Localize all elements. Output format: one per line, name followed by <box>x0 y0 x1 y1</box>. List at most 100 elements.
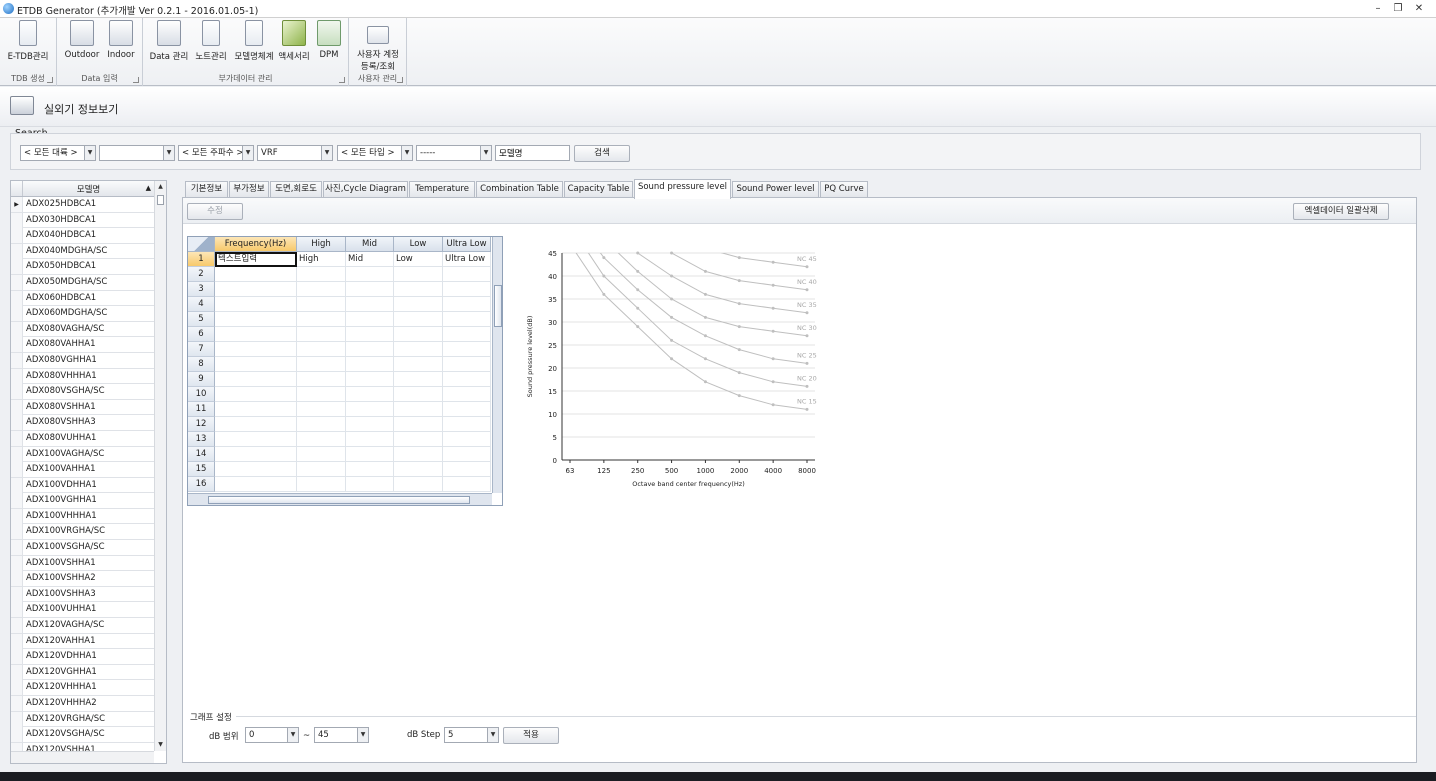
row-selector[interactable] <box>11 306 23 322</box>
sheet-column-header[interactable]: Frequency(Hz) <box>215 237 297 252</box>
sheet-row-header[interactable]: 8 <box>188 357 215 372</box>
model-search-input[interactable] <box>495 145 570 161</box>
scroll-up-icon[interactable]: ▲ <box>155 181 166 193</box>
db-step-select[interactable]: 5 ▼ <box>444 727 499 743</box>
sheet-cell[interactable] <box>346 432 394 447</box>
model-list-item[interactable]: ADX100VSHHA1 <box>11 555 154 572</box>
sheet-cell[interactable] <box>443 432 491 447</box>
row-selector[interactable] <box>11 321 23 337</box>
restore-button[interactable]: ❐ <box>1390 2 1406 15</box>
model-list-item[interactable]: ADX120VDHHA1 <box>11 649 154 665</box>
model-list-item[interactable]: ADX120VAHHA1 <box>11 633 154 650</box>
sound-data-sheet[interactable]: Frequency(Hz) High Mid Low Ultra Low 1 텍스트입력 Hi… <box>187 236 503 506</box>
continent-select[interactable]: < 모든 대륙 > ▼ <box>20 145 96 161</box>
dpm-button[interactable]: DPM <box>315 20 343 60</box>
model-list-item[interactable]: ADX080VSHHA3 <box>11 415 154 431</box>
sheet-cell[interactable] <box>297 387 346 402</box>
tab-2[interactable]: 도면,회로도 <box>270 181 322 198</box>
tab-3[interactable]: 사진,Cycle Diagram <box>323 181 408 198</box>
sheet-column-header[interactable]: Low <box>394 237 443 252</box>
bulk-delete-button[interactable]: 엑셀데이터 일괄삭제 <box>1293 203 1389 220</box>
tab-7[interactable]: Sound pressure level <box>634 179 731 199</box>
sheet-column-header[interactable]: Mid <box>346 237 394 252</box>
group-launcher-icon[interactable] <box>47 77 53 83</box>
sheet-cell[interactable] <box>215 267 297 282</box>
sheet-cell[interactable] <box>394 447 443 462</box>
group-launcher-icon[interactable] <box>339 77 345 83</box>
sheet-row-header[interactable]: 6 <box>188 327 215 342</box>
model-list-item[interactable]: ADX120VHHHA2 <box>11 696 154 712</box>
frequency-select[interactable]: < 모든 주파수 > ▼ <box>178 145 254 161</box>
sheet-row-header[interactable]: 12 <box>188 417 215 432</box>
note-manage-button[interactable]: 노트관리 <box>193 20 229 62</box>
sheet-cell[interactable] <box>215 327 297 342</box>
sheet-cell[interactable] <box>394 402 443 417</box>
select-all-corner[interactable] <box>188 237 215 252</box>
sheet-cell[interactable] <box>394 342 443 357</box>
row-selector[interactable] <box>11 493 23 509</box>
sheet-cell[interactable] <box>394 282 443 297</box>
row-selector[interactable] <box>11 602 23 618</box>
sheet-cell[interactable] <box>443 447 491 462</box>
row-selector[interactable] <box>11 586 23 602</box>
sheet-cell[interactable] <box>394 372 443 387</box>
edit-button[interactable]: 수정 <box>187 203 243 220</box>
outdoor-button[interactable]: Outdoor <box>63 20 101 60</box>
sheet-cell[interactable] <box>394 387 443 402</box>
row-selector[interactable] <box>11 384 23 400</box>
horizontal-scrollbar[interactable] <box>11 751 154 763</box>
sheet-cell[interactable] <box>346 357 394 372</box>
sheet-cell[interactable] <box>443 342 491 357</box>
sheet-cell[interactable] <box>394 267 443 282</box>
sheet-cell[interactable] <box>215 342 297 357</box>
sheet-column-header[interactable]: High <box>297 237 346 252</box>
sheet-cell[interactable] <box>443 402 491 417</box>
model-list-item[interactable]: ADX120VHHHA1 <box>11 680 154 696</box>
close-button[interactable]: ✕ <box>1411 2 1427 15</box>
apply-button[interactable]: 적용 <box>503 727 559 744</box>
sheet-cell[interactable] <box>443 477 491 492</box>
sheet-cell[interactable] <box>215 447 297 462</box>
sheet-cell[interactable] <box>346 477 394 492</box>
sheet-row-header[interactable]: 4 <box>188 297 215 312</box>
sheet-cell[interactable]: Low <box>394 252 443 267</box>
model-list-item[interactable]: ADX080VUHHA1 <box>11 430 154 447</box>
sheet-cell[interactable] <box>443 312 491 327</box>
sheet-cell[interactable] <box>346 282 394 297</box>
model-list-item[interactable]: ADX100VAHHA1 <box>11 462 154 478</box>
sheet-cell[interactable] <box>443 387 491 402</box>
sheet-cell[interactable] <box>297 357 346 372</box>
db-max-select[interactable]: 45 ▼ <box>314 727 369 743</box>
sheet-row-header[interactable]: 10 <box>188 387 215 402</box>
row-selector[interactable] <box>11 352 23 368</box>
sheet-row-header[interactable]: 7 <box>188 342 215 357</box>
row-selector[interactable] <box>11 477 23 493</box>
sheet-vertical-scrollbar[interactable] <box>492 237 502 493</box>
sheet-cell[interactable] <box>297 417 346 432</box>
model-naming-button[interactable]: 모델명체계 <box>232 20 276 62</box>
model-list-item[interactable]: ADX060HDBCA1 <box>11 290 154 307</box>
model-list-item[interactable]: ADX100VGHHA1 <box>11 493 154 509</box>
row-selector[interactable] <box>11 243 23 259</box>
sheet-cell[interactable] <box>215 372 297 387</box>
model-list-item[interactable]: ▶ ADX025HDBCA1 <box>11 197 154 213</box>
sheet-cell[interactable] <box>215 417 297 432</box>
sheet-cell[interactable] <box>215 402 297 417</box>
model-list-item[interactable]: ADX040HDBCA1 <box>11 228 154 244</box>
product-type-select[interactable]: VRF ▼ <box>257 145 333 161</box>
sheet-horizontal-scrollbar[interactable] <box>188 493 492 505</box>
sheet-cell[interactable] <box>346 342 394 357</box>
sheet-cell[interactable] <box>394 357 443 372</box>
sheet-cell[interactable] <box>443 327 491 342</box>
sheet-cell[interactable] <box>443 282 491 297</box>
row-selector[interactable] <box>11 618 23 634</box>
tab-8[interactable]: Sound Power level <box>732 181 819 198</box>
model-list-item[interactable]: ADX100VUHHA1 <box>11 602 154 619</box>
row-selector[interactable] <box>11 727 23 743</box>
tab-1[interactable]: 부가정보 <box>229 181 269 198</box>
model-list-item[interactable]: ADX120VRGHA/SC <box>11 711 154 728</box>
model-list-item[interactable]: ADX080VSGHA/SC <box>11 384 154 400</box>
sheet-cell[interactable] <box>346 312 394 327</box>
tab-5[interactable]: Combination Table <box>476 181 563 198</box>
sheet-cell[interactable] <box>346 372 394 387</box>
